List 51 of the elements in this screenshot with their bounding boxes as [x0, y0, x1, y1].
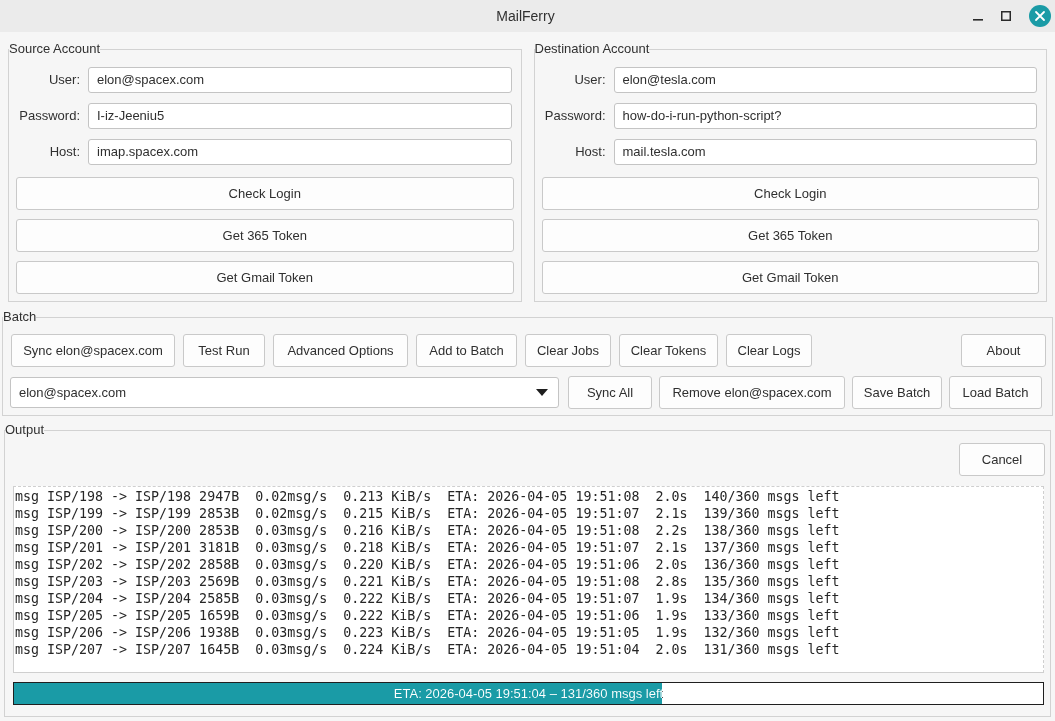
close-icon[interactable]: [1029, 5, 1051, 27]
cancel-button[interactable]: Cancel: [959, 443, 1045, 476]
log-line: msg ISP/199 -> ISP/199 2853B 0.02msg/s 0.215 KiB/s ETA: 2026-04-05 19:51:07 2.1s 139/360 msgs left: [15, 505, 840, 522]
field-label: Host:: [48, 143, 80, 162]
group-title: Destination Account: [534, 41, 650, 57]
maximize-icon[interactable]: [1001, 11, 1011, 21]
log-line: msg ISP/204 -> ISP/204 2585B 0.03msg/s 0.222 KiB/s ETA: 2026-04-05 19:51:07 1.9s 134/360 msgs left: [15, 590, 840, 607]
get-gmail-token-button[interactable]: Get Gmail Token: [16, 261, 514, 294]
clear-jobs-button[interactable]: Clear Jobs: [525, 334, 611, 367]
password-field[interactable]: I-iz-Jeeniu5: [88, 103, 512, 129]
log-line: msg ISP/202 -> ISP/202 2858B 0.03msg/s 0.220 KiB/s ETA: 2026-04-05 19:51:06 2.0s 136/360 msgs left: [15, 556, 840, 573]
get-365-token-button[interactable]: Get 365 Token: [541, 219, 1039, 252]
advanced-options-button[interactable]: Advanced Options: [273, 334, 408, 367]
log-line: msg ISP/205 -> ISP/205 1659B 0.03msg/s 0.222 KiB/s ETA: 2026-04-05 19:51:06 1.9s 133/360 msgs left: [15, 607, 840, 624]
log-line: msg ISP/206 -> ISP/206 1938B 0.03msg/s 0.223 KiB/s ETA: 2026-04-05 19:51:05 1.9s 132/360 msgs left: [15, 624, 840, 641]
check-login-button[interactable]: Check Login: [541, 177, 1039, 210]
log-line: msg ISP/201 -> ISP/201 3181B 0.03msg/s 0.218 KiB/s ETA: 2026-04-05 19:51:07 2.1s 137/360 msgs left: [15, 539, 840, 556]
group-title: Source Account: [9, 41, 101, 57]
host-field[interactable]: mail.tesla.com: [613, 139, 1037, 165]
log-line: msg ISP/200 -> ISP/200 2853B 0.03msg/s 0.216 KiB/s ETA: 2026-04-05 19:51:08 2.2s 138/360 msgs left: [15, 522, 840, 539]
log-line: msg ISP/198 -> ISP/198 2947B 0.02msg/s 0.213 KiB/s ETA: 2026-04-05 19:51:08 2.0s 140/360 msgs left: [15, 488, 840, 505]
add-to-batch-button[interactable]: Add to Batch: [416, 334, 517, 367]
group-title: Batch: [3, 309, 37, 325]
window-title: MailFerry: [496, 6, 555, 26]
user-field[interactable]: elon@tesla.com: [613, 67, 1037, 93]
field-label: Host:: [574, 143, 606, 162]
field-label: User:: [47, 71, 80, 90]
password-field[interactable]: how-do-i-run-python-script?: [613, 103, 1037, 129]
host-field[interactable]: imap.spacex.com: [88, 139, 512, 165]
clear-tokens-button[interactable]: Clear Tokens: [619, 334, 718, 367]
user-field[interactable]: elon@spacex.com: [88, 67, 512, 93]
field-label: Password:: [543, 107, 606, 126]
field-label: User:: [573, 71, 606, 90]
get-365-token-button[interactable]: Get 365 Token: [16, 219, 514, 252]
group-title: Output: [5, 422, 45, 438]
load-batch-button[interactable]: Load Batch: [949, 376, 1042, 409]
log-line: msg ISP/207 -> ISP/207 1645B 0.03msg/s 0.224 KiB/s ETA: 2026-04-05 19:51:04 2.0s 131/360 msgs left: [15, 641, 840, 658]
job-select[interactable]: elon@spacex.com: [10, 377, 559, 408]
clear-logs-button[interactable]: Clear Logs: [726, 334, 812, 367]
about-button[interactable]: About: [961, 334, 1046, 367]
log-line: msg ISP/203 -> ISP/203 2569B 0.03msg/s 0.221 KiB/s ETA: 2026-04-05 19:51:08 2.8s 135/360 msgs left: [15, 573, 840, 590]
sync-all-button[interactable]: Sync All: [568, 376, 652, 409]
sync-account-button[interactable]: Sync elon@spacex.com: [11, 334, 175, 367]
caret-icon: [536, 389, 548, 396]
minimize-icon[interactable]: [973, 19, 983, 21]
get-gmail-token-button[interactable]: Get Gmail Token: [541, 261, 1039, 294]
field-label: Password:: [18, 107, 80, 126]
save-batch-button[interactable]: Save Batch: [852, 376, 942, 409]
remove-job-button[interactable]: Remove elon@spacex.com: [659, 376, 845, 409]
check-login-button[interactable]: Check Login: [16, 177, 514, 210]
test-run-button[interactable]: Test Run: [183, 334, 265, 367]
